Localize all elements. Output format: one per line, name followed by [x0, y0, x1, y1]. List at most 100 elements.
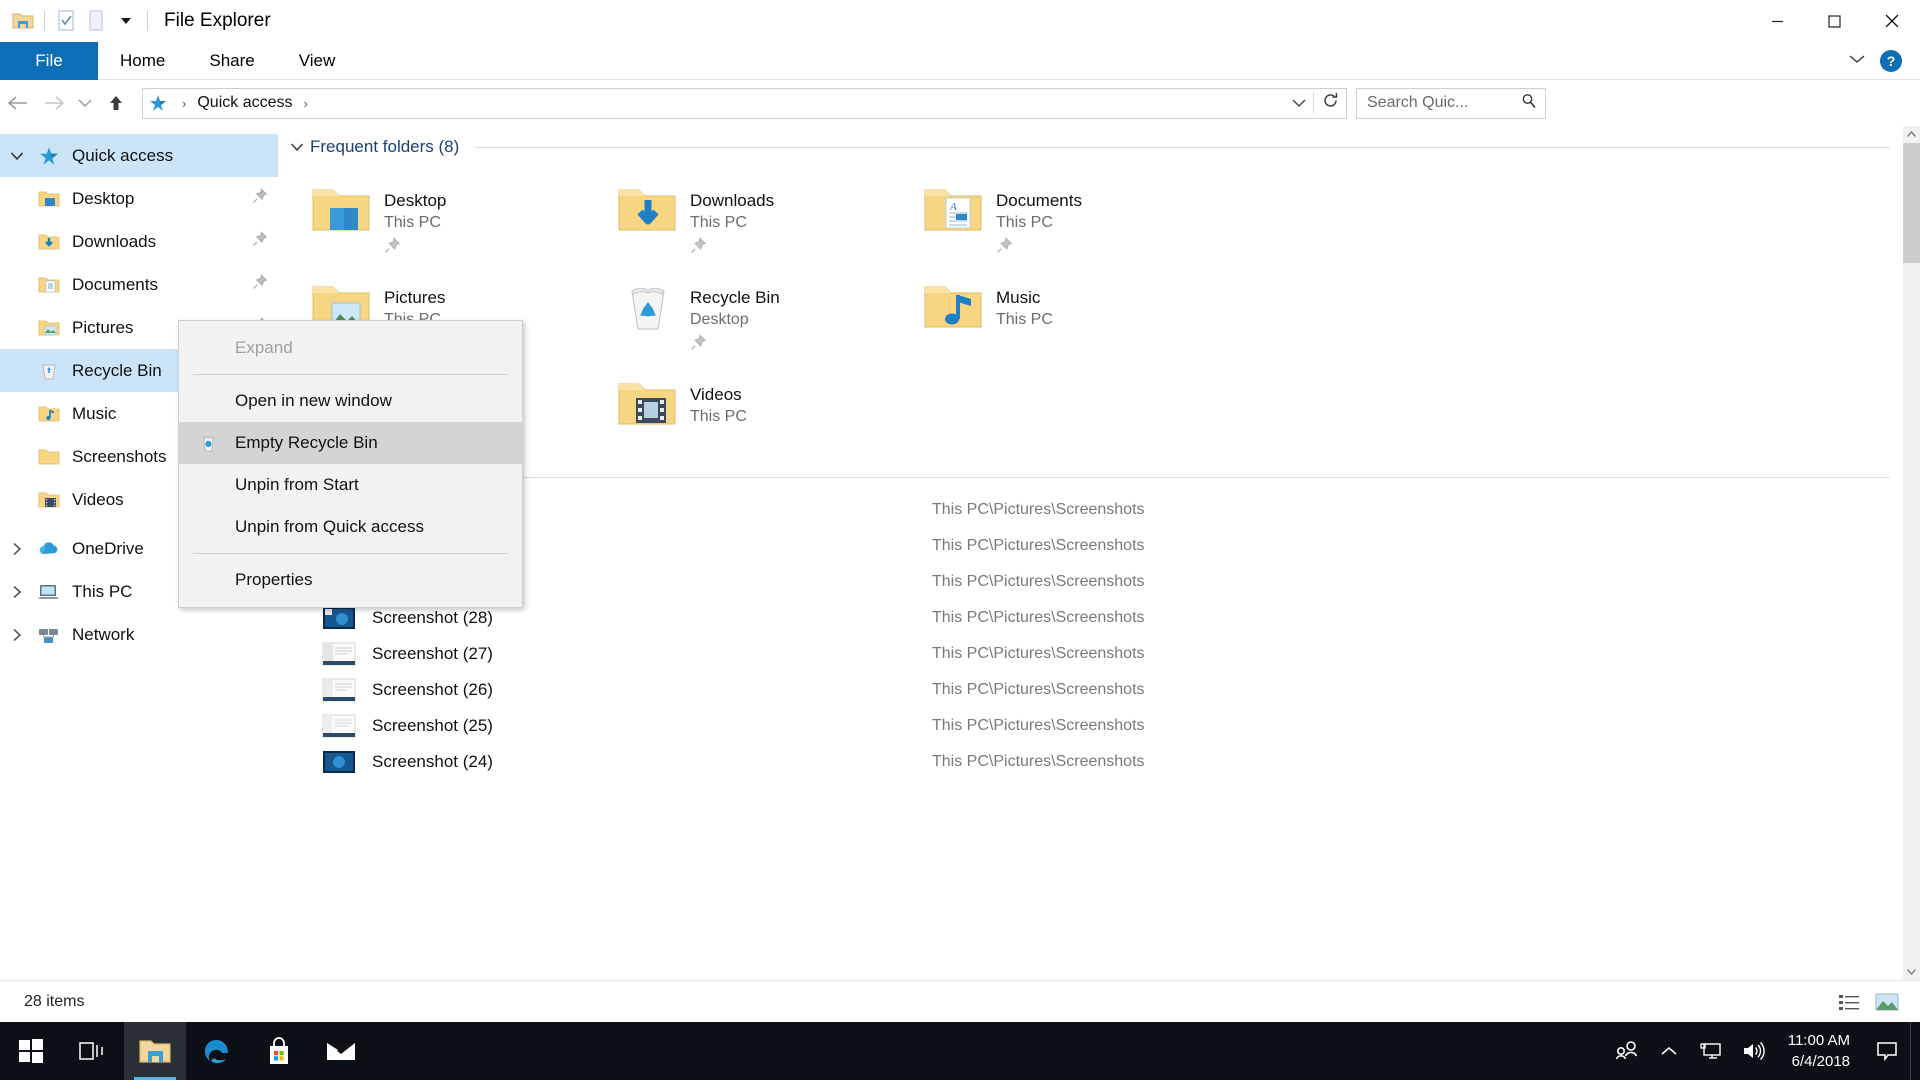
edge-button[interactable] — [186, 1022, 248, 1080]
close-button[interactable] — [1863, 0, 1920, 42]
frequent-folder-tile[interactable]: Downloads This PC — [614, 174, 920, 271]
image-thumb-light-icon — [322, 642, 356, 666]
sidebar-item-label: Downloads — [72, 232, 156, 252]
chevron-down-icon[interactable] — [0, 151, 34, 161]
large-icons-view-icon[interactable] — [1874, 989, 1900, 1015]
explorer-icon[interactable] — [8, 6, 38, 36]
show-desktop-button[interactable] — [1910, 1022, 1920, 1080]
frequent-folder-tile[interactable]: A Documents This PC — [920, 174, 1226, 271]
context-menu-item-label: Empty Recycle Bin — [235, 433, 378, 453]
search-icon[interactable] — [1521, 93, 1537, 113]
sidebar-item-documents[interactable]: Documents — [0, 263, 278, 306]
context-menu-item-open-in-new-window[interactable]: Open in new window — [179, 380, 522, 422]
scroll-up-icon[interactable] — [1903, 126, 1920, 143]
onedrive-cloud-icon — [34, 540, 64, 558]
sidebar-item-label: Desktop — [72, 189, 134, 209]
context-menu-item-unpin-from-start[interactable]: Unpin from Start — [179, 464, 522, 506]
chevron-right-icon[interactable] — [0, 542, 34, 556]
file-explorer-button[interactable] — [124, 1022, 186, 1080]
tab-file[interactable]: File — [0, 42, 98, 80]
sidebar-item-quick-access[interactable]: Quick access — [0, 134, 278, 177]
refresh-icon[interactable] — [1314, 92, 1346, 114]
tab-home[interactable]: Home — [98, 42, 187, 80]
forward-button[interactable] — [36, 86, 72, 120]
address-dropdown-icon[interactable] — [1285, 96, 1313, 111]
title-bar: File Explorer — [0, 0, 1920, 42]
vertical-scrollbar[interactable] — [1903, 126, 1920, 980]
context-menu-item-label: Expand — [235, 338, 293, 358]
frequent-folder-tile[interactable]: Desktop This PC — [308, 174, 614, 271]
task-view-button[interactable] — [62, 1022, 124, 1080]
context-menu-item-properties[interactable]: Properties — [179, 559, 522, 601]
frequent-folder-tile[interactable]: Music This PC — [920, 271, 1226, 368]
sidebar-item-desktop[interactable]: Desktop — [0, 177, 278, 220]
volume-icon[interactable] — [1732, 1022, 1774, 1080]
tab-share[interactable]: Share — [187, 42, 276, 80]
breadcrumb-quick-access[interactable]: Quick access — [195, 94, 294, 112]
minimize-button[interactable] — [1749, 0, 1806, 42]
maximize-button[interactable] — [1806, 0, 1863, 42]
scroll-down-icon[interactable] — [1903, 963, 1920, 980]
quick-access-star-icon — [143, 93, 173, 113]
recent-locations-icon[interactable] — [72, 86, 98, 120]
people-icon[interactable] — [1606, 1022, 1648, 1080]
sidebar-item-label: Quick access — [72, 146, 173, 166]
table-row[interactable]: Screenshot (28) This PC\Pictures\Screens… — [278, 600, 1920, 636]
frequent-folder-location: This PC — [384, 211, 446, 235]
file-path: This PC\Pictures\Screenshots — [932, 681, 1145, 699]
mail-button[interactable] — [310, 1022, 372, 1080]
notification-icon[interactable] — [1864, 1022, 1910, 1080]
breadcrumb-separator-1[interactable]: › — [294, 96, 316, 111]
taskbar-clock[interactable]: 11:00 AM 6/4/2018 — [1774, 1022, 1864, 1080]
file-name: Screenshot (25) — [372, 716, 932, 736]
breadcrumb-separator-0: › — [173, 96, 195, 111]
pin-icon[interactable] — [252, 231, 268, 252]
chevron-right-icon[interactable] — [0, 585, 34, 599]
chevron-down-icon[interactable] — [290, 140, 310, 155]
pin-icon[interactable] — [252, 274, 268, 295]
file-name: Screenshot (26) — [372, 680, 932, 700]
show-hidden-icons-chevron[interactable] — [1648, 1022, 1690, 1080]
start-button[interactable] — [0, 1022, 62, 1080]
network-monitor-icon[interactable] — [1690, 1022, 1732, 1080]
table-row[interactable]: Screenshot (29) This PC\Pictures\Screens… — [278, 564, 1920, 600]
new-folder-quick-icon[interactable] — [81, 6, 111, 36]
frequent-folders-row-2: Pictures This PC — [308, 271, 1920, 368]
chevron-down-icon[interactable] — [1848, 52, 1866, 69]
ribbon-tabs: File Home Share View ? — [0, 42, 1920, 80]
frequent-folder-name: Downloads — [690, 190, 774, 211]
scrollbar-thumb[interactable] — [1903, 143, 1920, 263]
sidebar-item-label: Music — [72, 404, 116, 424]
table-row[interactable]: This PC\Pictures\Screenshots — [278, 492, 1920, 528]
details-view-icon[interactable] — [1836, 989, 1862, 1015]
file-path: This PC\Pictures\Screenshots — [932, 537, 1145, 555]
tab-view[interactable]: View — [277, 42, 358, 80]
context-menu-item-unpin-from-quick-access[interactable]: Unpin from Quick access — [179, 506, 522, 548]
search-input[interactable]: Search Quic... — [1356, 88, 1546, 119]
table-row[interactable]: Screenshot (30) This PC\Pictures\Screens… — [278, 528, 1920, 564]
up-button[interactable] — [98, 86, 134, 120]
context-menu-item-empty-recycle-bin[interactable]: Empty Recycle Bin — [179, 422, 522, 464]
network-icon — [34, 625, 64, 645]
ribbon-right-controls: ? — [1848, 42, 1920, 79]
pin-icon[interactable] — [252, 188, 268, 209]
table-row[interactable]: Screenshot (27) This PC\Pictures\Screens… — [278, 636, 1920, 672]
table-row[interactable]: Screenshot (26) This PC\Pictures\Screens… — [278, 672, 1920, 708]
sidebar-item-network[interactable]: Network — [0, 613, 278, 656]
sidebar-item-downloads[interactable]: Downloads — [0, 220, 278, 263]
chevron-right-icon[interactable] — [0, 628, 34, 642]
table-row[interactable]: Screenshot (25) This PC\Pictures\Screens… — [278, 708, 1920, 744]
image-thumb-light-icon — [322, 678, 356, 702]
help-icon[interactable]: ? — [1880, 50, 1902, 72]
address-breadcrumb-bar[interactable]: › Quick access › — [142, 88, 1347, 119]
frequent-folders-header[interactable]: Frequent folders (8) — [278, 130, 1920, 164]
table-row[interactable]: Screenshot (24) This PC\Pictures\Screens… — [278, 744, 1920, 780]
frequent-folder-tile[interactable]: Videos This PC — [614, 368, 920, 465]
properties-quick-icon[interactable] — [51, 6, 81, 36]
customize-qat-icon[interactable] — [111, 6, 141, 36]
back-button[interactable] — [0, 86, 36, 120]
frequent-folder-location: This PC — [996, 308, 1053, 332]
frequent-folder-tile[interactable]: Recycle Bin Desktop — [614, 271, 920, 368]
context-menu-separator — [193, 553, 508, 554]
store-button[interactable] — [248, 1022, 310, 1080]
